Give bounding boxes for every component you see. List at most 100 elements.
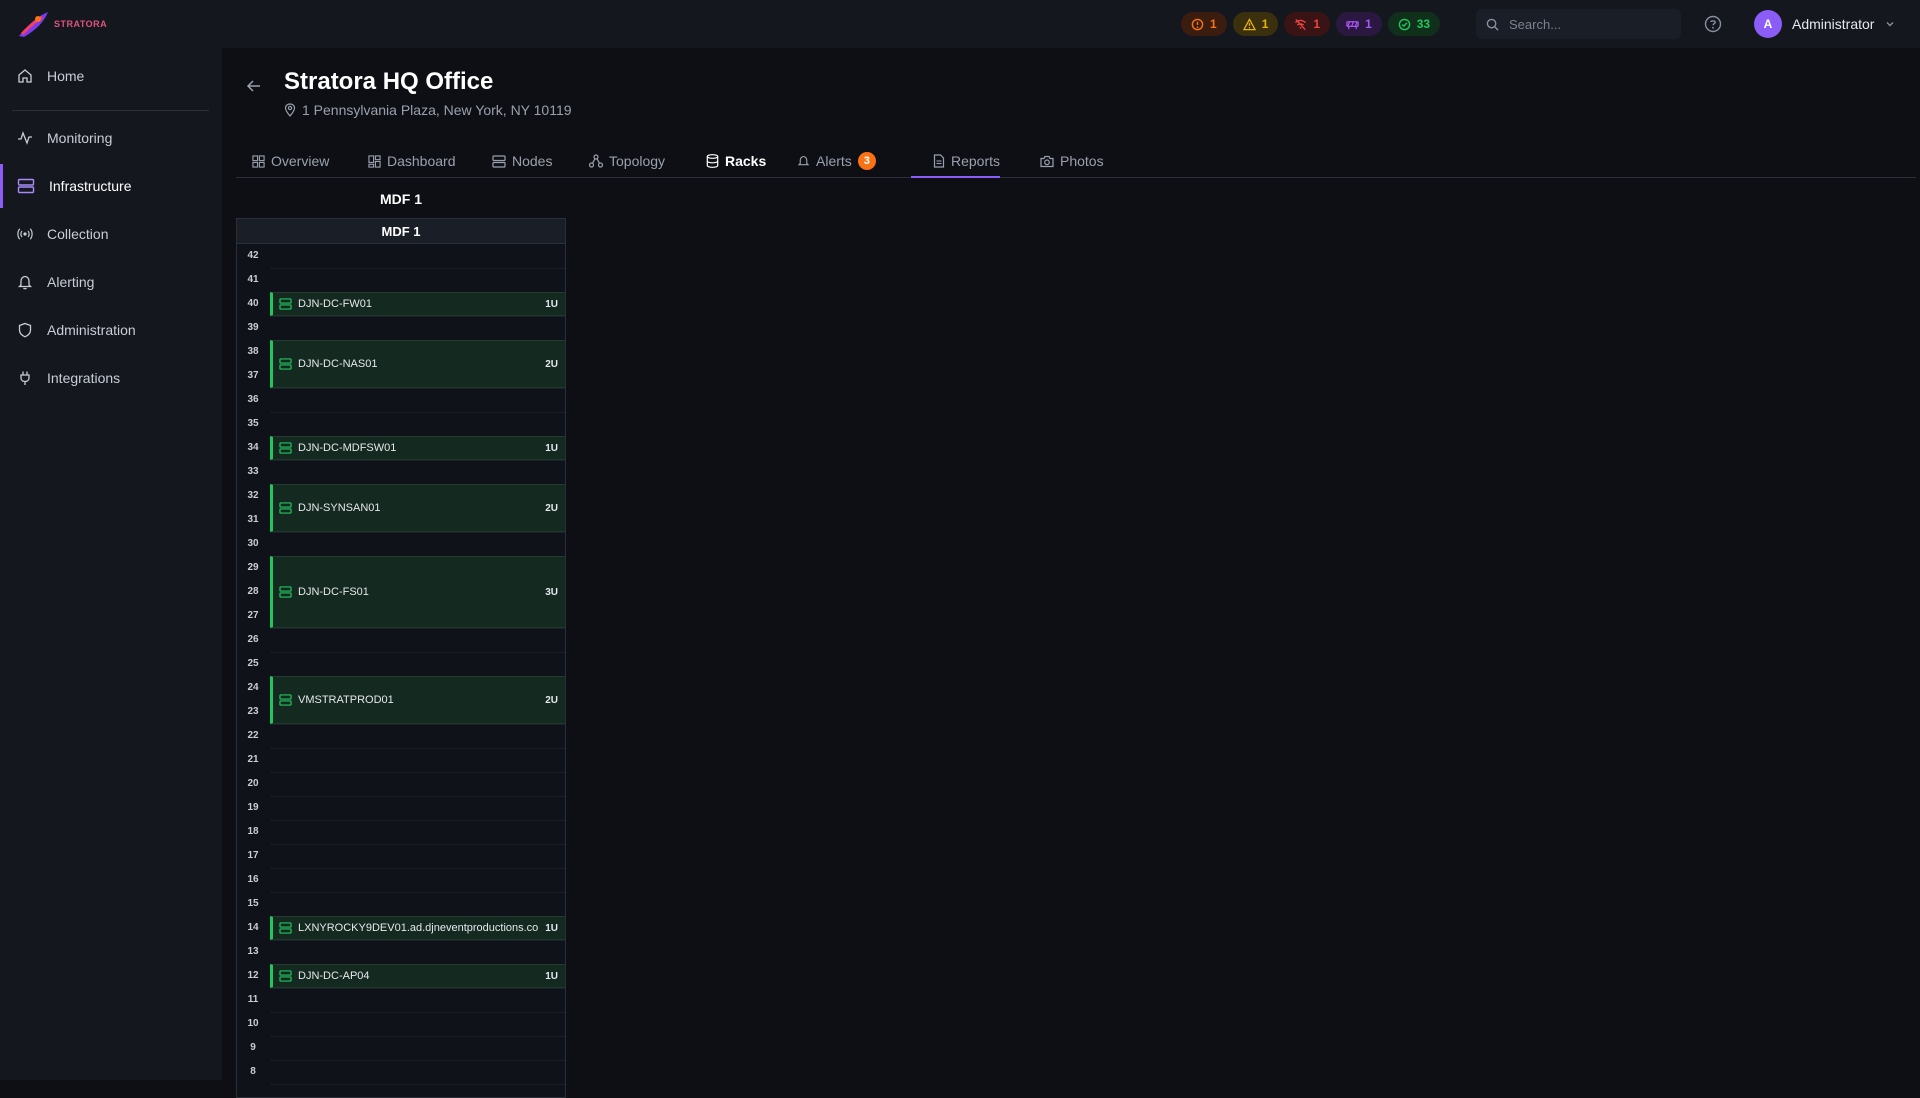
tab-dashboard[interactable]: Dashboard: [368, 144, 456, 178]
database-icon: [706, 154, 719, 168]
server-icon: [279, 586, 292, 598]
server-icon: [279, 694, 292, 706]
rack-slot-divider: [270, 772, 565, 773]
rack-unit-number: 37: [247, 370, 259, 381]
tab-overview[interactable]: Overview: [252, 144, 329, 178]
sidebar-item-integrations[interactable]: Integrations: [0, 356, 222, 400]
badge-down[interactable]: 1: [1284, 12, 1331, 36]
rack-unit-number: 8: [250, 1066, 256, 1077]
tab-photos[interactable]: Photos: [1040, 144, 1104, 178]
rack-device-djn-synsan01[interactable]: DJN-SYNSAN01 2U: [270, 484, 565, 532]
sidebar-item-monitoring[interactable]: Monitoring: [0, 116, 222, 160]
rack-slot-divider: [270, 844, 565, 845]
user-name: Administrator: [1792, 16, 1875, 32]
main-content: Stratora HQ Office 1 Pennsylvania Plaza,…: [222, 48, 1920, 1098]
rack-unit-number: 39: [247, 322, 259, 333]
rack-unit-number: 19: [247, 802, 259, 813]
sidebar-item-infrastructure[interactable]: Infrastructure: [0, 164, 222, 208]
rack-device-djn-dc-mdfsw01[interactable]: DJN-DC-MDFSW01 1U: [270, 436, 565, 460]
search-icon: [1486, 18, 1499, 31]
rack-device-lxnyrocky9dev01[interactable]: LXNYROCKY9DEV01.ad.djneventproductions.c…: [270, 916, 565, 940]
device-name: DJN-DC-FW01: [298, 298, 372, 310]
sidebar-item-alerting[interactable]: Alerting: [0, 260, 222, 304]
tab-label: Overview: [271, 153, 330, 169]
tab-racks[interactable]: Racks: [706, 144, 766, 178]
user-menu[interactable]: A Administrator: [1754, 10, 1896, 38]
badge-maintenance[interactable]: 1: [1336, 12, 1382, 36]
rack-unit-number: 11: [247, 994, 259, 1005]
server-icon: [279, 358, 292, 370]
warning-triangle-icon: [1242, 17, 1256, 30]
rack-unit-number: 15: [247, 898, 259, 909]
rack-slot-divider: [270, 748, 565, 749]
sidebar-item-collection[interactable]: Collection: [0, 212, 222, 256]
device-name: DJN-DC-AP04: [298, 970, 370, 982]
sidebar-item-home[interactable]: Home: [0, 54, 222, 98]
rack-unit-number: 25: [247, 658, 259, 669]
badge-up[interactable]: 33: [1387, 12, 1441, 36]
rack-unit-number: 32: [247, 490, 259, 501]
rack-slot-divider: [270, 988, 565, 989]
rack-slot-divider: [270, 820, 565, 821]
back-button[interactable]: [246, 78, 262, 99]
rack-unit-number: 12: [247, 970, 259, 981]
badge-warning-count: 1: [1261, 17, 1269, 31]
rack-unit-number: 34: [247, 442, 259, 453]
device-name: DJN-DC-MDFSW01: [298, 442, 397, 454]
rack-device-djn-dc-fw01[interactable]: DJN-DC-FW01 1U: [270, 292, 565, 316]
global-search[interactable]: [1476, 9, 1681, 39]
rack-unit-number: 9: [250, 1042, 256, 1053]
tab-label: Nodes: [512, 153, 553, 169]
shield-icon: [18, 322, 32, 338]
rack-slot-divider: [270, 940, 565, 941]
active-tab-indicator: [911, 176, 1000, 178]
device-size: 1U: [545, 922, 558, 934]
tab-nodes[interactable]: Nodes: [492, 144, 552, 178]
rack-unit-number: 38: [247, 346, 259, 357]
tab-alerts[interactable]: Alerts 3: [797, 144, 876, 178]
rack-unit-number: 26: [247, 634, 259, 645]
rack-heading: MDF 1: [380, 191, 422, 207]
server-icon: [279, 970, 292, 982]
badge-warning[interactable]: 1: [1232, 12, 1279, 36]
rack-unit-number: 21: [247, 754, 259, 765]
server-icon: [279, 502, 292, 514]
grid-icon: [252, 154, 265, 168]
status-badges: 1 1 1 1 33: [1181, 12, 1441, 36]
rack-device-djn-dc-nas01[interactable]: DJN-DC-NAS01 2U: [270, 340, 565, 388]
sidebar-item-administration[interactable]: Administration: [0, 308, 222, 352]
rack-unit-number: 31: [247, 514, 259, 525]
badge-critical[interactable]: 1: [1181, 12, 1227, 36]
address-text: 1 Pennsylvania Plaza, New York, NY 10119: [302, 102, 572, 118]
rack-unit-number: 16: [247, 874, 259, 885]
search-input[interactable]: [1509, 16, 1669, 32]
help-button[interactable]: [1704, 15, 1722, 38]
error-circle-icon: [1191, 18, 1204, 30]
rack-unit-number: 35: [247, 418, 259, 429]
dashboard-icon: [368, 154, 381, 168]
rack-device-djn-dc-ap04[interactable]: DJN-DC-AP04 1U: [270, 964, 565, 988]
tab-label: Photos: [1060, 153, 1104, 169]
rack-slot-divider: [270, 652, 565, 653]
badge-maintenance-count: 1: [1365, 17, 1372, 31]
tab-topology[interactable]: Topology: [589, 144, 665, 178]
app-logo[interactable]: STRATORA: [16, 8, 107, 40]
rack-unit-number: 41: [247, 274, 259, 285]
device-name: DJN-DC-NAS01: [298, 358, 378, 370]
site-tabs: Overview Dashboard Nodes Topology Racks …: [236, 144, 1916, 178]
rack-device-djn-dc-fs01[interactable]: DJN-DC-FS01 3U: [270, 556, 565, 628]
rack-unit-number: 22: [247, 730, 259, 741]
broadcast-icon: [17, 228, 33, 240]
avatar: A: [1754, 10, 1782, 38]
server-icon: [279, 442, 292, 454]
device-size: 2U: [545, 358, 558, 370]
site-address: 1 Pennsylvania Plaza, New York, NY 10119: [284, 102, 572, 118]
tab-reports[interactable]: Reports: [933, 144, 1000, 178]
rack-unit-number: 17: [247, 850, 259, 861]
sidebar-item-label: Integrations: [47, 370, 121, 386]
rack-device-vmstratprod01[interactable]: VMSTRATPROD01 2U: [270, 676, 565, 724]
rack-slot-divider: [270, 1012, 565, 1013]
wifi-off-icon: [1295, 18, 1307, 30]
device-size: 1U: [545, 970, 558, 982]
rack-slot-divider: [270, 1084, 565, 1085]
